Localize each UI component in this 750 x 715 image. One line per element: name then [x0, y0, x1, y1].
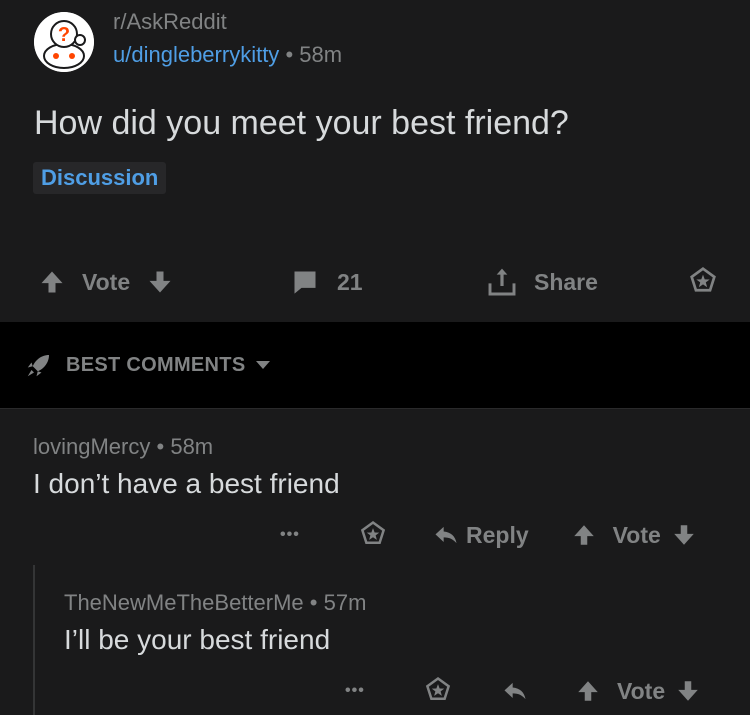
- award-icon[interactable]: [358, 520, 388, 550]
- award-icon: [687, 266, 719, 298]
- comment-body: I’ll be your best friend: [64, 624, 331, 655]
- reply-label: Reply: [466, 521, 529, 548]
- post-vote-group: Vote: [38, 258, 174, 306]
- snoo-avatar-icon[interactable]: ?: [34, 12, 94, 72]
- comment-author[interactable]: lovingMercy: [33, 434, 150, 459]
- more-options-button[interactable]: •••: [280, 526, 310, 544]
- svg-text:?: ?: [58, 24, 70, 46]
- comment-vote-label: Vote: [612, 521, 661, 548]
- downvote-icon[interactable]: [146, 268, 174, 296]
- meta-separator: •: [285, 42, 294, 67]
- reply-button[interactable]: Reply: [432, 521, 529, 549]
- upvote-icon[interactable]: [575, 678, 601, 704]
- meta-separator: •: [309, 590, 318, 615]
- post-vote-label: Vote: [82, 268, 131, 295]
- thread-indent-line[interactable]: [33, 565, 35, 715]
- comment-count: 21: [337, 268, 363, 295]
- share-label: Share: [534, 268, 598, 295]
- post-meta: u/dingleberrykitty • 58m: [113, 42, 342, 68]
- comment-meta: lovingMercy • 58m: [33, 434, 213, 460]
- post-age: 58m: [299, 42, 343, 67]
- meta-separator: •: [156, 434, 165, 459]
- comment-author[interactable]: TheNewMeTheBetterMe: [64, 590, 304, 615]
- comment-age: 58m: [170, 434, 214, 459]
- post-author[interactable]: u/dingleberrykitty: [113, 42, 279, 67]
- comment-age: 57m: [323, 590, 367, 615]
- post-card: ? r/AskReddit u/dingleberrykitty • 58m H…: [0, 0, 750, 322]
- upvote-icon[interactable]: [38, 268, 66, 296]
- chevron-down-icon: [255, 360, 271, 370]
- downvote-icon[interactable]: [675, 678, 701, 704]
- rocket-icon: [24, 350, 54, 380]
- comment-action-bar: ••• Reply Vote: [280, 515, 697, 555]
- reply-icon: [432, 521, 460, 549]
- comment-icon: [291, 268, 319, 296]
- post-title[interactable]: How did you meet your best friend?: [34, 104, 569, 143]
- more-options-button[interactable]: •••: [345, 682, 375, 700]
- subreddit-name[interactable]: r/AskReddit: [113, 9, 227, 35]
- share-icon: [486, 266, 518, 298]
- downvote-icon[interactable]: [671, 522, 697, 548]
- comment-meta: TheNewMeTheBetterMe • 57m: [64, 590, 366, 616]
- post-award-button[interactable]: [687, 258, 719, 306]
- post-action-bar: Vote 21 Share: [0, 258, 750, 306]
- post-flair[interactable]: Discussion: [33, 162, 167, 194]
- comment-sort-dropdown[interactable]: BEST COMMENTS: [24, 350, 271, 380]
- post-comments-button[interactable]: 21: [291, 258, 363, 306]
- comment-body: I don’t have a best friend: [33, 468, 340, 499]
- upvote-icon[interactable]: [571, 522, 597, 548]
- reply-icon[interactable]: [501, 677, 529, 705]
- comment-vote-label: Vote: [617, 677, 666, 704]
- sort-label: BEST COMMENTS: [66, 353, 246, 376]
- award-icon[interactable]: [423, 676, 453, 706]
- comment-action-bar: ••• Vote: [345, 671, 701, 711]
- post-share-button[interactable]: Share: [486, 258, 598, 306]
